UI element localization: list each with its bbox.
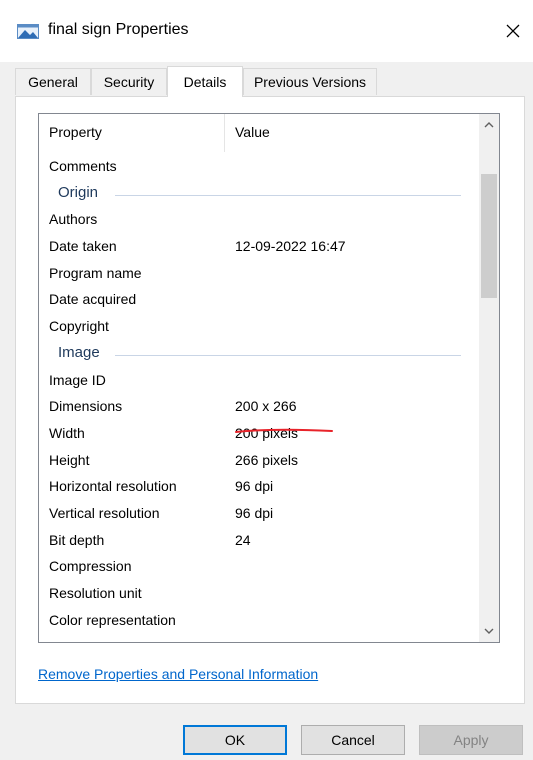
list-item[interactable]: Color representation (39, 608, 481, 635)
close-icon (506, 24, 520, 38)
property-name: Authors (49, 211, 98, 228)
group-divider (115, 354, 461, 356)
column-header-value[interactable]: Value (235, 124, 270, 140)
group-heading-image: Image (39, 341, 481, 368)
property-name: Bit depth (49, 531, 105, 548)
group-label: Origin (58, 183, 99, 201)
list-item[interactable]: Authors (39, 207, 481, 234)
tab-general[interactable]: General (15, 68, 91, 95)
red-annotation-underline (235, 428, 333, 433)
group-label: Image (58, 343, 100, 361)
tab-strip: General Security Details Previous Versio… (15, 66, 525, 97)
property-value: 96 dpi (235, 504, 274, 521)
list-item[interactable]: Bit depth 24 (39, 528, 481, 555)
property-name: Image ID (49, 371, 106, 388)
column-header-property[interactable]: Property (49, 124, 102, 140)
property-name: Horizontal resolution (49, 478, 177, 495)
vertical-scrollbar[interactable] (479, 114, 499, 642)
property-name: Color representation (49, 611, 176, 628)
property-name: Date taken (49, 238, 117, 255)
scroll-up-button[interactable] (479, 114, 499, 136)
scroll-down-button[interactable] (479, 620, 499, 642)
property-name: Program name (49, 264, 142, 281)
property-name: Resolution unit (49, 585, 142, 601)
chevron-up-icon (484, 122, 494, 128)
list-item[interactable]: Comments (39, 154, 481, 181)
list-rows: Comments Origin Authors Date taken 12-09-… (39, 154, 481, 634)
list-item[interactable]: Program name (39, 261, 481, 288)
list-item[interactable]: Vertical resolution 96 dpi (39, 501, 481, 528)
property-name: Comments (49, 158, 117, 174)
property-value: 96 dpi (235, 478, 274, 495)
title-bar: final sign Properties (0, 0, 533, 62)
cancel-button[interactable]: Cancel (301, 725, 405, 755)
tab-security[interactable]: Security (91, 68, 167, 95)
close-button[interactable] (493, 14, 533, 48)
remove-properties-link[interactable]: Remove Properties and Personal Informati… (38, 666, 318, 682)
apply-button[interactable]: Apply (419, 725, 523, 755)
list-header: Property Value (39, 114, 481, 152)
tab-previous-versions[interactable]: Previous Versions (243, 68, 377, 95)
group-divider (115, 194, 461, 196)
list-item[interactable]: Horizontal resolution 96 dpi (39, 474, 481, 501)
list-item[interactable]: Resolution unit (39, 581, 481, 608)
property-value: 12-09-2022 16:47 (235, 238, 346, 255)
window-title: final sign Properties (48, 21, 189, 38)
list-item[interactable]: Dimensions 200 x 266 (39, 394, 481, 421)
list-item[interactable]: Image ID (39, 368, 481, 395)
tab-details[interactable]: Details (167, 66, 243, 97)
ok-button[interactable]: OK (183, 725, 287, 755)
list-item[interactable]: Compression (39, 554, 481, 581)
property-value: 266 pixels (235, 451, 299, 468)
image-file-icon (17, 24, 39, 39)
list-item[interactable]: Date acquired (39, 287, 481, 314)
column-divider[interactable] (224, 114, 225, 152)
property-name: Copyright (49, 318, 109, 335)
group-heading-origin: Origin (39, 181, 481, 208)
property-value: 24 (235, 531, 251, 548)
property-name: Compression (49, 558, 132, 575)
property-value: 200 x 266 (235, 398, 297, 415)
property-name: Date acquired (49, 291, 137, 308)
property-name: Width (49, 424, 85, 441)
property-name: Height (49, 451, 90, 468)
details-panel: Property Value Comments Origin Authors D… (15, 96, 525, 704)
property-name: Dimensions (49, 398, 123, 415)
list-item[interactable]: Date taken 12-09-2022 16:47 (39, 234, 481, 261)
property-name: Vertical resolution (49, 504, 160, 521)
properties-list[interactable]: Property Value Comments Origin Authors D… (38, 113, 500, 643)
list-item[interactable]: Height 266 pixels (39, 448, 481, 475)
scroll-thumb[interactable] (481, 174, 497, 298)
chevron-down-icon (484, 628, 494, 634)
list-item[interactable]: Copyright (39, 314, 481, 341)
